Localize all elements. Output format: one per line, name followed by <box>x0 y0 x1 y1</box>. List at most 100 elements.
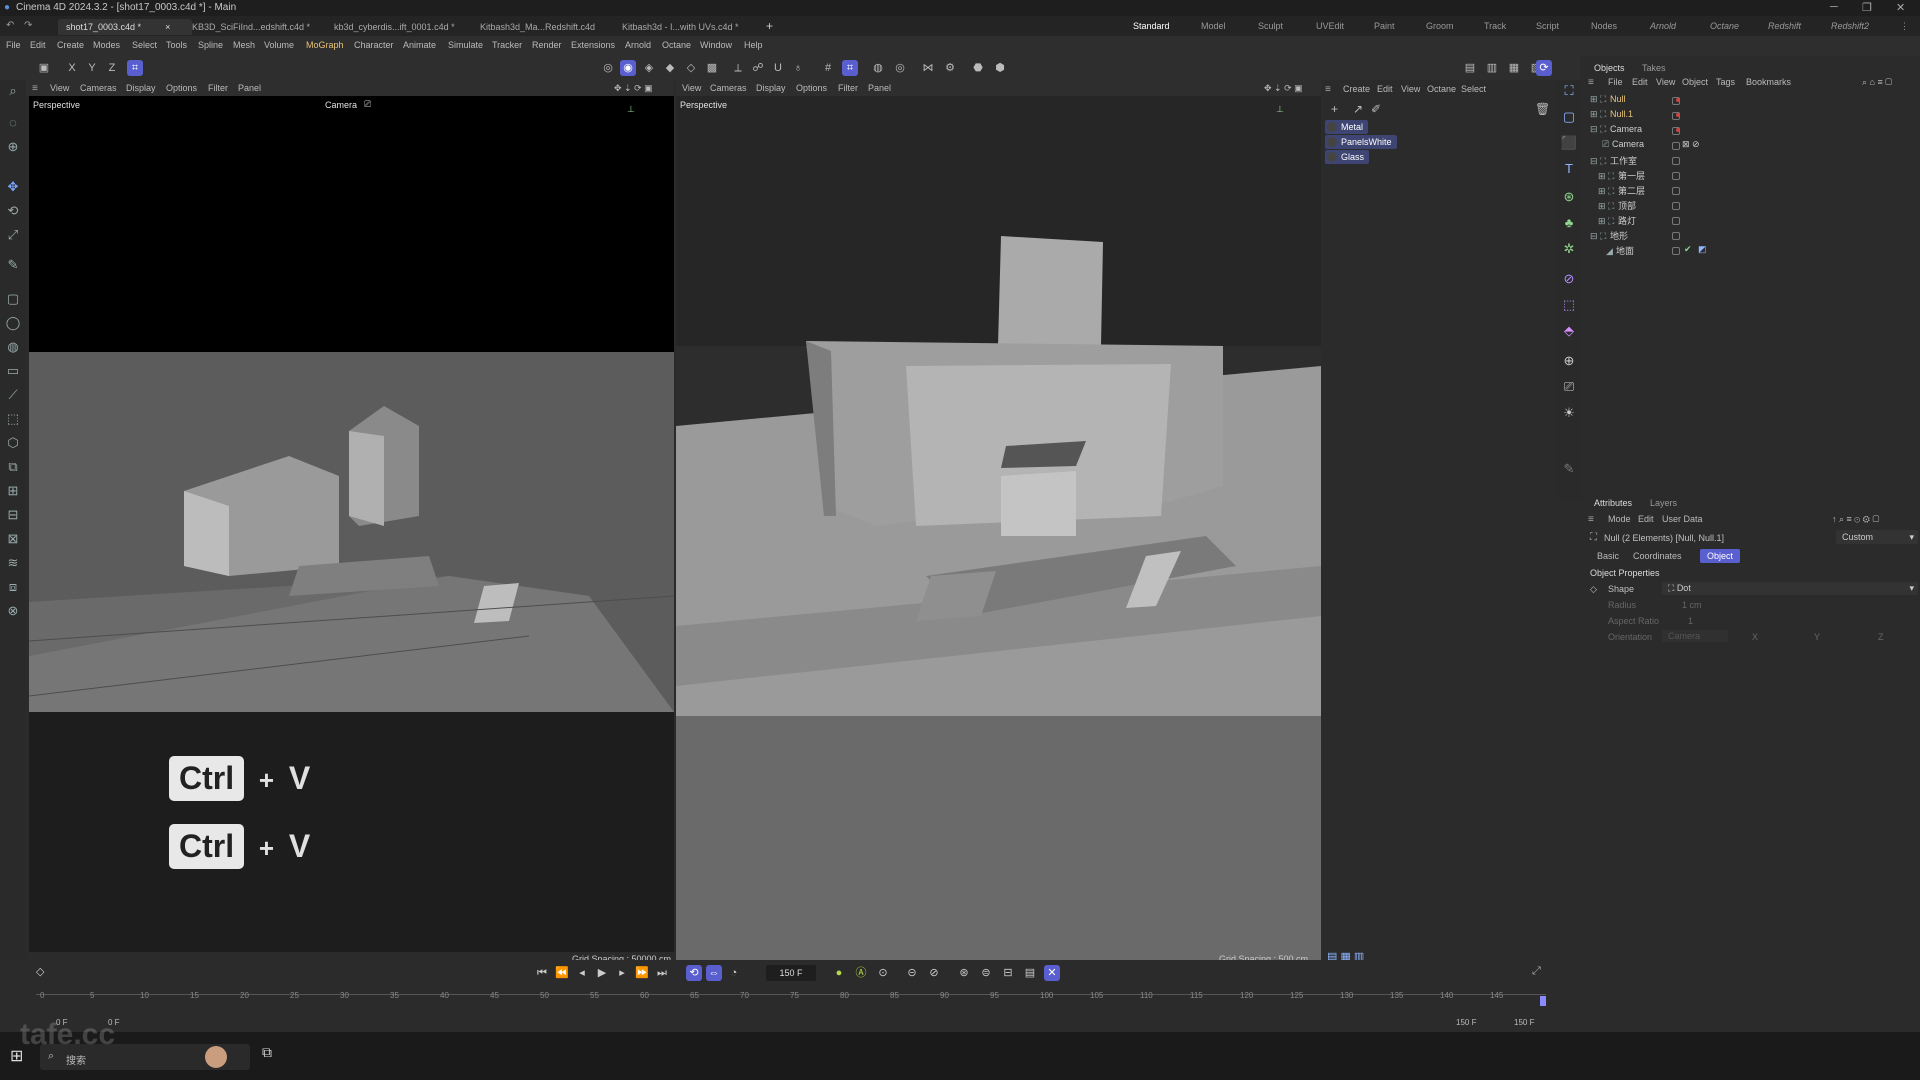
objects-menu-edit[interactable]: Edit <box>1632 77 1648 87</box>
lock-workplane-icon[interactable]: ◎ <box>892 60 908 76</box>
autokey-icon[interactable]: ● <box>831 965 847 981</box>
left-viewport-menu-view[interactable]: View <box>50 83 69 93</box>
right-viewport-menu-cameras[interactable]: Cameras <box>710 83 747 93</box>
workspace-nodes[interactable]: Nodes <box>1591 21 1617 31</box>
object-mode-icon[interactable]: ◉ <box>620 60 636 76</box>
eyedropper-icon[interactable]: ✐ <box>1371 102 1381 116</box>
pen-icon[interactable]: ✎ <box>1560 460 1578 478</box>
tab-takes[interactable]: Takes <box>1642 63 1666 73</box>
right-viewport-menu-options[interactable]: Options <box>796 83 827 93</box>
workspace-arnold[interactable]: Arnold <box>1650 21 1676 31</box>
weld-icon[interactable]: ⊟ <box>4 506 22 524</box>
menu-edit[interactable]: Edit <box>30 40 46 50</box>
preset-dropdown[interactable]: Custom ▾ <box>1836 530 1918 544</box>
tab-objects[interactable]: Objects <box>1594 63 1625 73</box>
render-region-icon[interactable]: ⬣ <box>970 60 986 76</box>
smooth-icon[interactable]: ≋ <box>4 554 22 572</box>
end-frame-b[interactable]: 150 F <box>1514 1018 1534 1027</box>
subtab-coordinates[interactable]: Coordinates <box>1626 549 1689 563</box>
key-param-icon[interactable]: ⊜ <box>978 965 994 981</box>
close-icon[interactable]: ✕ <box>1896 1 1905 14</box>
model-mode-icon[interactable]: ◎ <box>600 60 616 76</box>
tab-layers[interactable]: Layers <box>1650 498 1677 508</box>
workspace-redshift[interactable]: Redshift <box>1768 21 1801 31</box>
menu-tools[interactable]: Tools <box>166 40 187 50</box>
axis-mode-icon[interactable]: ⟂ <box>730 60 746 76</box>
more-icon[interactable]: ⋮ <box>1900 21 1909 32</box>
motion-icon[interactable]: ✕ <box>1044 965 1060 981</box>
menu-modes[interactable]: Modes <box>93 40 120 50</box>
minimize-icon[interactable]: ─ <box>1830 1 1838 13</box>
object-item-null[interactable]: ⊞ ⛶ Null <box>1590 94 1680 108</box>
add-icon[interactable]: + <box>1331 102 1338 116</box>
right-viewport-menu-view[interactable]: View <box>682 83 701 93</box>
menu-window[interactable]: Window <box>700 40 732 50</box>
camera-icon[interactable]: ⎚ <box>364 99 371 110</box>
orientation-dropdown[interactable]: Camera <box>1662 630 1728 642</box>
workspace-uvedit[interactable]: UVEdit <box>1316 21 1344 31</box>
playhead[interactable] <box>1540 996 1546 1006</box>
menu-icon[interactable]: ≡ <box>1588 77 1594 88</box>
text-icon[interactable]: T <box>1560 160 1578 178</box>
radius-field[interactable]: 1 cm <box>1682 600 1702 610</box>
left-viewport-menu-panel[interactable]: Panel <box>238 83 261 93</box>
object-item-streetlight[interactable]: ⊞ ⛶ 路灯 <box>1598 214 1680 228</box>
bevel-icon[interactable]: ⬡ <box>4 434 22 452</box>
menu-help[interactable]: Help <box>744 40 763 50</box>
maximize-icon[interactable]: ❐ <box>1862 1 1872 14</box>
viewport-nav-icons[interactable]: ✥ ⇣ ⟳ ▣ <box>614 83 653 94</box>
render-picture-viewer-icon[interactable]: ▦ <box>1506 60 1522 76</box>
knife-icon[interactable]: ⟋ <box>4 386 22 404</box>
object-item-camera-group[interactable]: ⊟ ⛶ Camera <box>1590 124 1680 138</box>
viewport-nav-icons[interactable]: ✥ ⇣ ⟳ ▣ <box>1264 83 1303 94</box>
material-menu-view[interactable]: View <box>1401 84 1420 94</box>
trash-icon[interactable]: 🗑 <box>1535 102 1550 116</box>
selection-icon[interactable]: ⊕ <box>4 138 22 156</box>
left-viewport-menu-cameras[interactable]: Cameras <box>80 83 117 93</box>
bridge-icon[interactable]: ⧉ <box>4 458 22 476</box>
objects-search-icon[interactable]: ⌕ ⌂ ≡ ▢ <box>1862 77 1892 88</box>
menu-render[interactable]: Render <box>532 40 562 50</box>
menu-simulate[interactable]: Simulate <box>448 40 483 50</box>
magnet-icon[interactable]: U <box>770 60 786 76</box>
generator-icon[interactable]: ⊛ <box>1560 188 1578 206</box>
menu-character[interactable]: Character <box>354 40 394 50</box>
workspace-octane[interactable]: Octane <box>1710 21 1739 31</box>
menu-select[interactable]: Select <box>132 40 157 50</box>
menu-octane[interactable]: Octane <box>662 40 691 50</box>
extrude-icon[interactable]: ⬚ <box>4 410 22 428</box>
rotate-tool-icon[interactable]: ⟲ <box>4 202 22 220</box>
axis-z-button[interactable]: Z <box>104 60 120 76</box>
new-tab-button[interactable]: + <box>766 19 773 33</box>
current-frame-field[interactable]: 150 F <box>766 965 816 981</box>
workplane-icon[interactable]: ◍ <box>870 60 886 76</box>
undo-icon[interactable]: ↶ <box>6 20 14 31</box>
arrow-icon[interactable]: ↗ <box>1353 102 1363 116</box>
material-panelswhite[interactable]: PanelsWhite <box>1325 135 1397 149</box>
cylinder-icon[interactable]: ◍ <box>4 338 22 356</box>
camera-tag-icon[interactable]: ⊠ ⊘ <box>1682 139 1700 150</box>
key-rotation-icon[interactable]: ⊘ <box>926 965 942 981</box>
light-icon[interactable]: ☀ <box>1560 404 1578 422</box>
key-pla-icon[interactable]: ⊟ <box>1000 965 1016 981</box>
material-menu-select[interactable]: Select <box>1461 84 1486 94</box>
keyframe-diamond-icon[interactable]: ◇ <box>36 965 44 978</box>
tab-document[interactable]: Kitbash3d - I...with UVs.c4d * <box>614 19 748 35</box>
live-selection-icon[interactable]: ◌ <box>4 114 22 132</box>
previous-key-icon[interactable]: ⏪ <box>554 965 570 981</box>
edges-mode-icon[interactable]: ◆ <box>662 60 678 76</box>
loop-icon[interactable]: ⊞ <box>4 482 22 500</box>
ipr-icon[interactable]: ⟳ <box>1536 60 1552 76</box>
menu-extensions[interactable]: Extensions <box>571 40 615 50</box>
key-scale-icon[interactable]: ⊛ <box>956 965 972 981</box>
range-icon[interactable]: ⇔ <box>706 965 722 981</box>
key-selection-icon[interactable]: Ⓐ <box>853 965 869 981</box>
cloner-icon[interactable]: ♣ <box>1560 214 1578 232</box>
keyframe-icon[interactable]: ◇ <box>1590 584 1597 595</box>
go-to-end-icon[interactable]: ⏭ <box>654 965 670 981</box>
key-point-icon[interactable]: ▤ <box>1022 965 1038 981</box>
left-viewport-label[interactable]: Perspective <box>33 100 80 110</box>
attributes-menu-user-data[interactable]: User Data <box>1662 514 1703 524</box>
object-item-camera[interactable]: ⎚ Camera ⊠ ⊘ <box>1602 139 1700 153</box>
material-tag-icon[interactable]: ◩ <box>1698 244 1707 255</box>
